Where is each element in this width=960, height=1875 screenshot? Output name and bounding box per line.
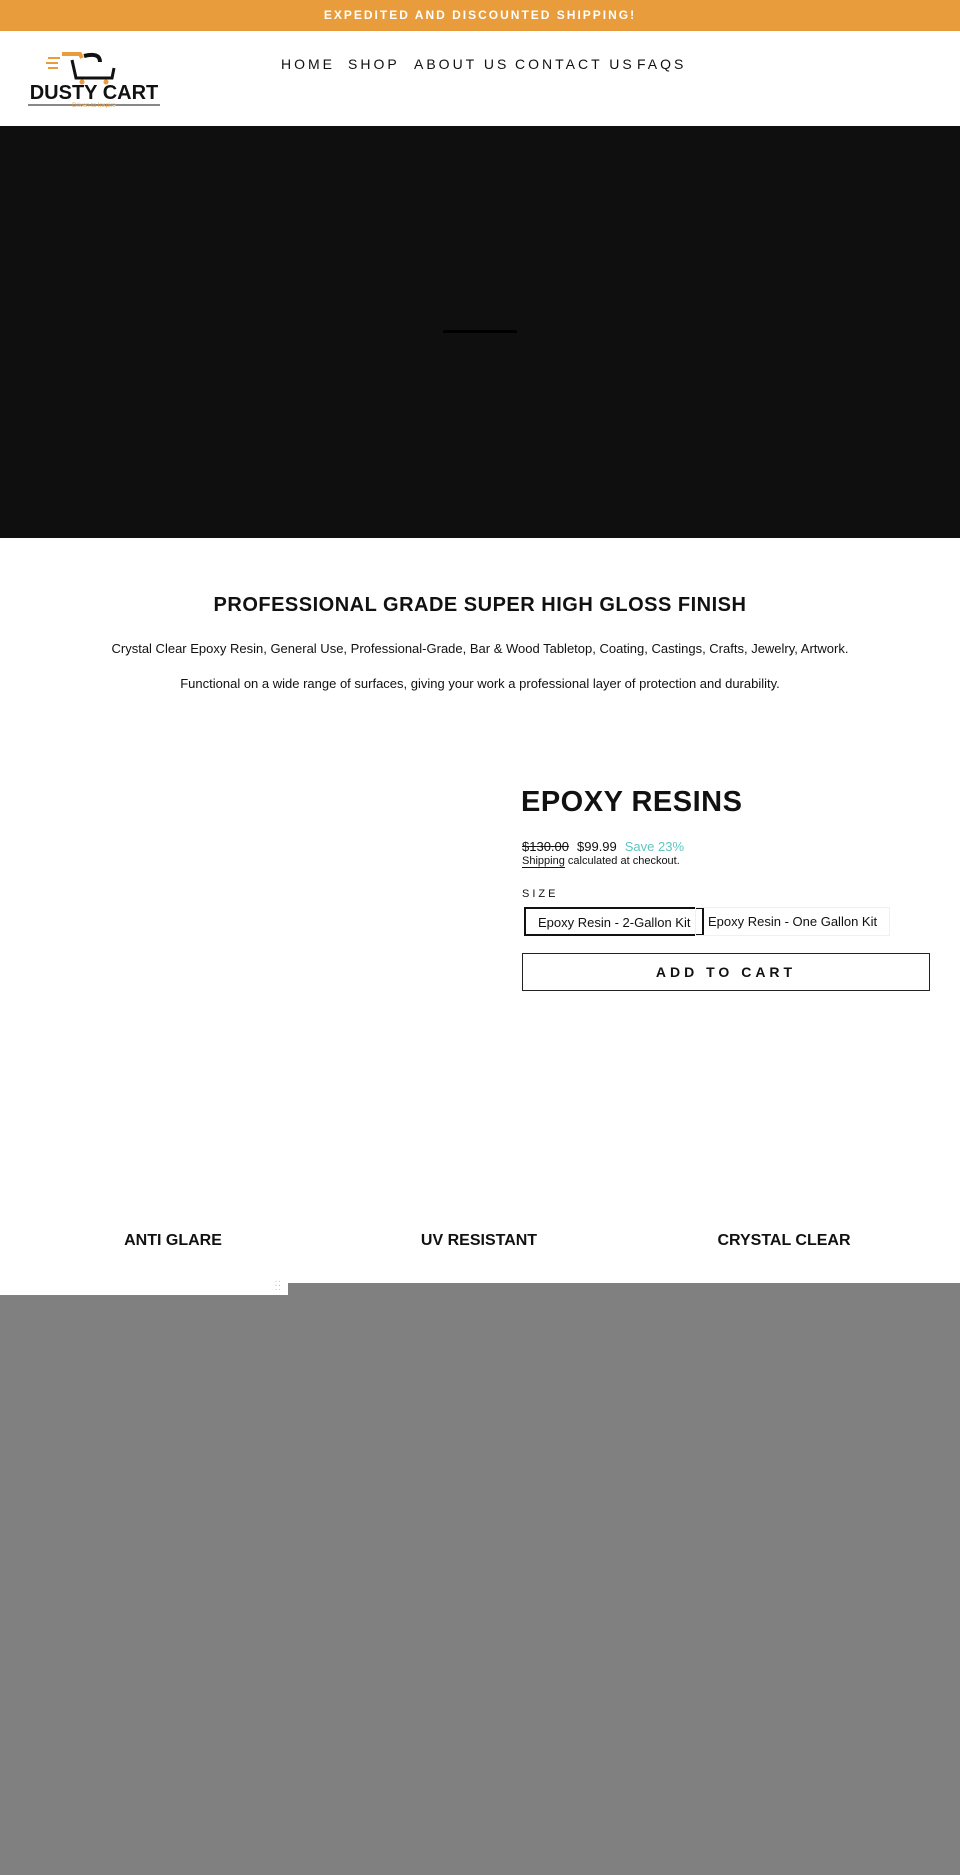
hero-slideshow xyxy=(0,126,960,538)
feature-anti-glare: ANTI GLARE xyxy=(124,1232,222,1249)
svg-text:Driven to Inspire: Driven to Inspire xyxy=(72,103,116,108)
size-label: SIZE xyxy=(522,888,559,900)
nav-shop[interactable]: SHOP xyxy=(348,56,400,72)
size-option-one-gallon[interactable]: Epoxy Resin - One Gallon Kit xyxy=(695,907,891,936)
nav-home[interactable]: HOME xyxy=(281,56,335,72)
dusty-cart-logo[interactable]: DUSTY CART Driven to Inspire xyxy=(28,50,160,108)
price-row: $130.00 $99.99 Save 23% xyxy=(522,839,684,854)
save-badge: Save 23% xyxy=(624,839,685,854)
size-option-2-gallon[interactable]: Epoxy Resin - 2-Gallon Kit xyxy=(524,907,705,936)
nav-contact-us[interactable]: CONTACT US xyxy=(515,56,635,72)
image-section xyxy=(0,1283,960,1875)
feature-crystal-clear: CRYSTAL CLEAR xyxy=(717,1232,851,1249)
image-caption-box xyxy=(0,1281,288,1295)
intro-line-2: Functional on a wide range of surfaces, … xyxy=(180,676,780,691)
announcement-bar: EXPEDITED AND DISCOUNTED SHIPPING! xyxy=(0,0,960,31)
expand-icon[interactable]: ⁚⁚ ⁚⁚ xyxy=(275,1281,281,1292)
product-title: EPOXY RESINS xyxy=(521,786,743,818)
nav-faqs[interactable]: FAQS xyxy=(637,56,686,72)
loading-bar xyxy=(443,330,517,333)
shipping-note: Shipping calculated at checkout. xyxy=(522,855,680,868)
shipping-text: calculated at checkout. xyxy=(564,855,680,867)
intro-heading: PROFESSIONAL GRADE SUPER HIGH GLOSS FINI… xyxy=(213,594,747,616)
intro-line-1: Crystal Clear Epoxy Resin, General Use, … xyxy=(111,641,849,656)
shipping-link[interactable]: Shipping xyxy=(522,855,565,868)
compare-price: $130.00 xyxy=(522,839,569,854)
add-to-cart-button[interactable]: ADD TO CART xyxy=(522,953,930,991)
svg-text:DUSTY CART: DUSTY CART xyxy=(30,82,159,104)
sale-price: $99.99 xyxy=(577,839,617,854)
nav-about-us[interactable]: ABOUT US xyxy=(414,56,509,72)
feature-uv-resistant: UV RESISTANT xyxy=(420,1232,538,1249)
